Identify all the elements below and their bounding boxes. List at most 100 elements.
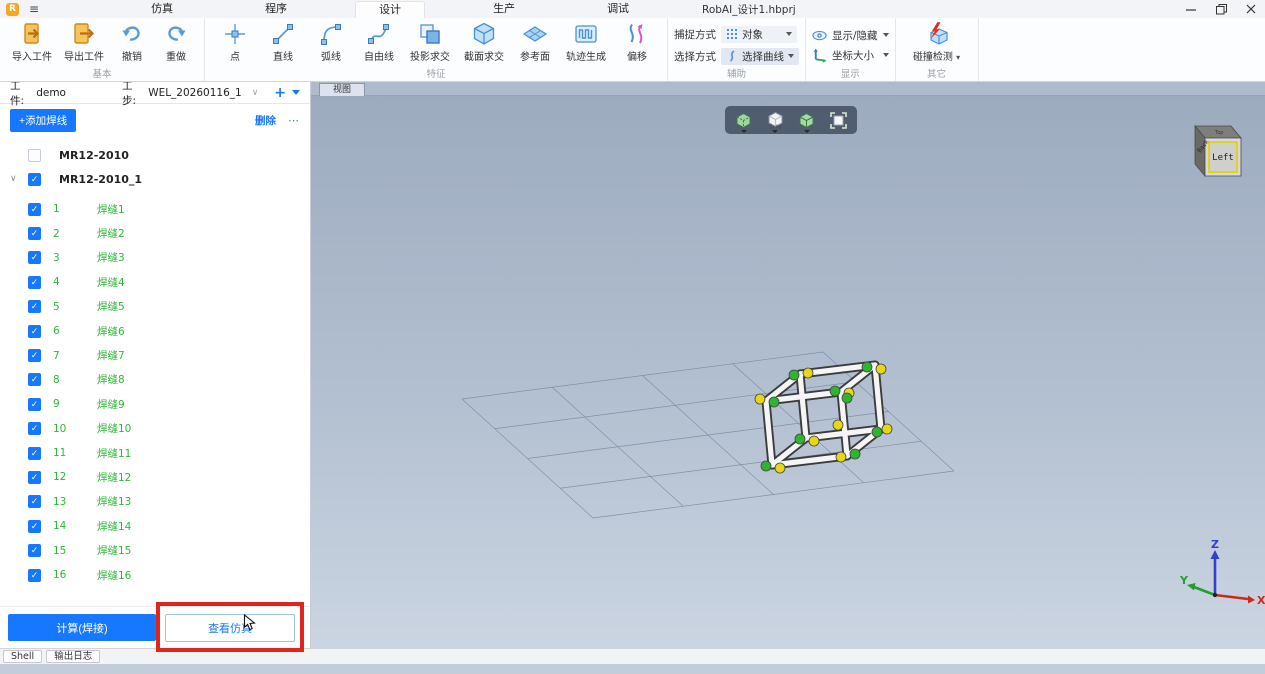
weld-checkbox[interactable]: ✓ bbox=[28, 300, 41, 314]
weld-checkbox[interactable]: ✓ bbox=[28, 397, 41, 411]
tab-debug[interactable]: 调试 bbox=[583, 0, 653, 18]
minimize-button[interactable] bbox=[1185, 3, 1197, 15]
show-hide-dropdown[interactable]: 显示/隐藏 bbox=[812, 28, 889, 43]
iso-view-icon bbox=[736, 112, 751, 128]
step-label: 工步: bbox=[122, 79, 137, 107]
weld-checkbox[interactable]: ✓ bbox=[28, 172, 41, 186]
weld-row[interactable]: ✓ 1 焊缝1 bbox=[0, 197, 310, 221]
render-style-button[interactable]: Solid bbox=[763, 107, 787, 133]
weld-checkbox[interactable]: ✓ bbox=[28, 251, 41, 265]
title-bar: R ≡ 仿真 程序 设计 生产 调试 RobAI_设计1.hbprj bbox=[0, 0, 1265, 18]
weld-group-row[interactable]: ∨ ✓ MR12-2010_1 bbox=[0, 167, 310, 191]
tab-production[interactable]: 生产 bbox=[469, 0, 539, 18]
tab-view[interactable]: 视图 bbox=[319, 83, 366, 96]
offset-icon bbox=[629, 23, 643, 44]
undo-button[interactable]: 撤销 bbox=[110, 19, 154, 63]
section-intersect-button[interactable]: 截面求交 bbox=[457, 19, 511, 63]
scene-canvas: Z X Y bbox=[461, 351, 1265, 607]
button-label: 自由线 bbox=[364, 52, 394, 63]
weld-row[interactable]: ✓ 6 焊缝6 bbox=[0, 319, 310, 343]
redo-button[interactable]: 重做 bbox=[154, 19, 198, 63]
delete-button[interactable]: 删除 bbox=[255, 113, 276, 128]
snap-mode-label: 捕捉方式 bbox=[674, 28, 716, 41]
weld-checkbox[interactable] bbox=[28, 148, 41, 162]
weld-checkbox[interactable]: ✓ bbox=[28, 422, 41, 436]
weld-number: 16 bbox=[53, 569, 67, 582]
weld-row[interactable]: ✓ 12 焊缝12 bbox=[0, 465, 310, 489]
view-mode-button[interactable] bbox=[732, 107, 756, 133]
more-button[interactable]: ⋯ bbox=[288, 114, 300, 127]
step-dropdown-chevron-icon[interactable]: ∨ bbox=[252, 88, 259, 98]
weld-checkbox[interactable]: ✓ bbox=[28, 544, 41, 558]
hamburger-menu-icon[interactable]: ≡ bbox=[29, 0, 39, 18]
view-simulation-button[interactable]: 查看仿真 bbox=[165, 613, 295, 642]
weld-name: 焊缝12 bbox=[97, 471, 132, 484]
snap-mode-dropdown[interactable]: 对象 bbox=[721, 25, 797, 43]
weld-group-row[interactable]: MR12-2010 bbox=[0, 143, 310, 167]
weld-checkbox[interactable]: ✓ bbox=[28, 470, 41, 484]
weld-row[interactable]: ✓ 13 焊缝13 bbox=[0, 490, 310, 514]
select-mode-dropdown[interactable]: 选择曲线 bbox=[721, 47, 799, 65]
weld-row[interactable]: ✓ 14 焊缝14 bbox=[0, 514, 310, 538]
offset-button[interactable]: 偏移 bbox=[613, 19, 661, 63]
point-button[interactable]: 点 bbox=[211, 19, 259, 63]
expand-chevron-icon[interactable]: ∨ bbox=[10, 174, 28, 184]
weld-row[interactable]: ✓ 4 焊缝4 bbox=[0, 270, 310, 294]
button-label: 点 bbox=[230, 52, 240, 63]
shading-button[interactable] bbox=[795, 107, 819, 133]
curve-icon bbox=[729, 50, 735, 62]
viewport[interactable]: 视图 Z X Y Solid Left Back Top bbox=[311, 82, 1265, 648]
weld-row[interactable]: ✓ 10 焊缝10 bbox=[0, 417, 310, 441]
weld-name: 焊缝8 bbox=[97, 374, 125, 387]
tab-design[interactable]: 设计 bbox=[355, 1, 426, 18]
weld-checkbox[interactable]: ✓ bbox=[28, 202, 41, 216]
weld-checkbox[interactable]: ✓ bbox=[28, 568, 41, 582]
weld-checkbox[interactable]: ✓ bbox=[28, 495, 41, 509]
axis-z-label: Z bbox=[1211, 538, 1219, 551]
import-workpiece-button[interactable]: 导入工件 bbox=[6, 19, 58, 63]
weld-row[interactable]: ✓ 3 焊缝3 bbox=[0, 246, 310, 270]
weld-row[interactable]: ✓ 16 焊缝16 bbox=[0, 563, 310, 587]
weld-checkbox[interactable]: ✓ bbox=[28, 446, 41, 460]
freeline-button[interactable]: 自由线 bbox=[355, 19, 403, 63]
frame-model[interactable] bbox=[754, 360, 893, 474]
weld-row[interactable]: ✓ 9 焊缝9 bbox=[0, 392, 310, 416]
tab-program[interactable]: 程序 bbox=[241, 0, 311, 18]
step-menu-caret-icon[interactable] bbox=[292, 90, 301, 95]
reference-plane-button[interactable]: 参考面 bbox=[511, 19, 559, 63]
maximize-button[interactable] bbox=[1215, 3, 1227, 15]
ribbon-group-basic: 导入工件 导出工件 撤销 重做 基本 bbox=[0, 18, 205, 81]
collision-detect-button[interactable]: 碰撞检测 ▾ bbox=[902, 19, 972, 63]
chevron-down-icon bbox=[788, 54, 794, 58]
weld-checkbox[interactable]: ✓ bbox=[28, 227, 41, 241]
weld-checkbox[interactable]: ✓ bbox=[28, 324, 41, 338]
projection-intersect-button[interactable]: 投影求交 bbox=[403, 19, 457, 63]
scene-3d[interactable]: Z X Y Solid Left Back Top bbox=[311, 96, 1265, 648]
weld-row[interactable]: ✓ 5 焊缝5 bbox=[0, 295, 310, 319]
tab-output-log[interactable]: 输出日志 bbox=[46, 650, 101, 663]
weld-checkbox[interactable]: ✓ bbox=[28, 275, 41, 289]
add-weld-button[interactable]: +添加焊线 bbox=[10, 109, 77, 132]
weld-row[interactable]: ✓ 8 焊缝8 bbox=[0, 368, 310, 392]
weld-row[interactable]: ✓ 2 焊缝2 bbox=[0, 221, 310, 245]
axis-size-dropdown[interactable]: 坐标大小 bbox=[812, 47, 889, 63]
arc-button[interactable]: 弧线 bbox=[307, 19, 355, 63]
weld-checkbox[interactable]: ✓ bbox=[28, 373, 41, 387]
weld-row[interactable]: ✓ 7 焊缝7 bbox=[0, 343, 310, 367]
window-title: RobAI_设计1.hbprj bbox=[702, 4, 796, 16]
weld-checkbox[interactable]: ✓ bbox=[28, 519, 41, 533]
line-button[interactable]: 直线 bbox=[259, 19, 307, 63]
add-step-button[interactable]: + bbox=[274, 85, 286, 101]
close-button[interactable] bbox=[1245, 3, 1257, 15]
tab-shell[interactable]: Shell bbox=[3, 650, 43, 663]
trajectory-generate-button[interactable]: 轨迹生成 bbox=[559, 19, 613, 63]
tab-simulation[interactable]: 仿真 bbox=[127, 0, 197, 18]
weld-row[interactable]: ✓ 15 焊缝15 bbox=[0, 538, 310, 562]
weld-checkbox[interactable]: ✓ bbox=[28, 349, 41, 363]
weld-row[interactable]: ✓ 11 焊缝11 bbox=[0, 441, 310, 465]
calc-weld-button[interactable]: 计算(焊接) bbox=[8, 614, 156, 641]
view-cube[interactable]: Left Back Top bbox=[1179, 122, 1247, 184]
weld-number: 13 bbox=[53, 495, 67, 508]
fit-view-button[interactable] bbox=[826, 107, 850, 133]
export-workpiece-button[interactable]: 导出工件 bbox=[58, 19, 110, 63]
